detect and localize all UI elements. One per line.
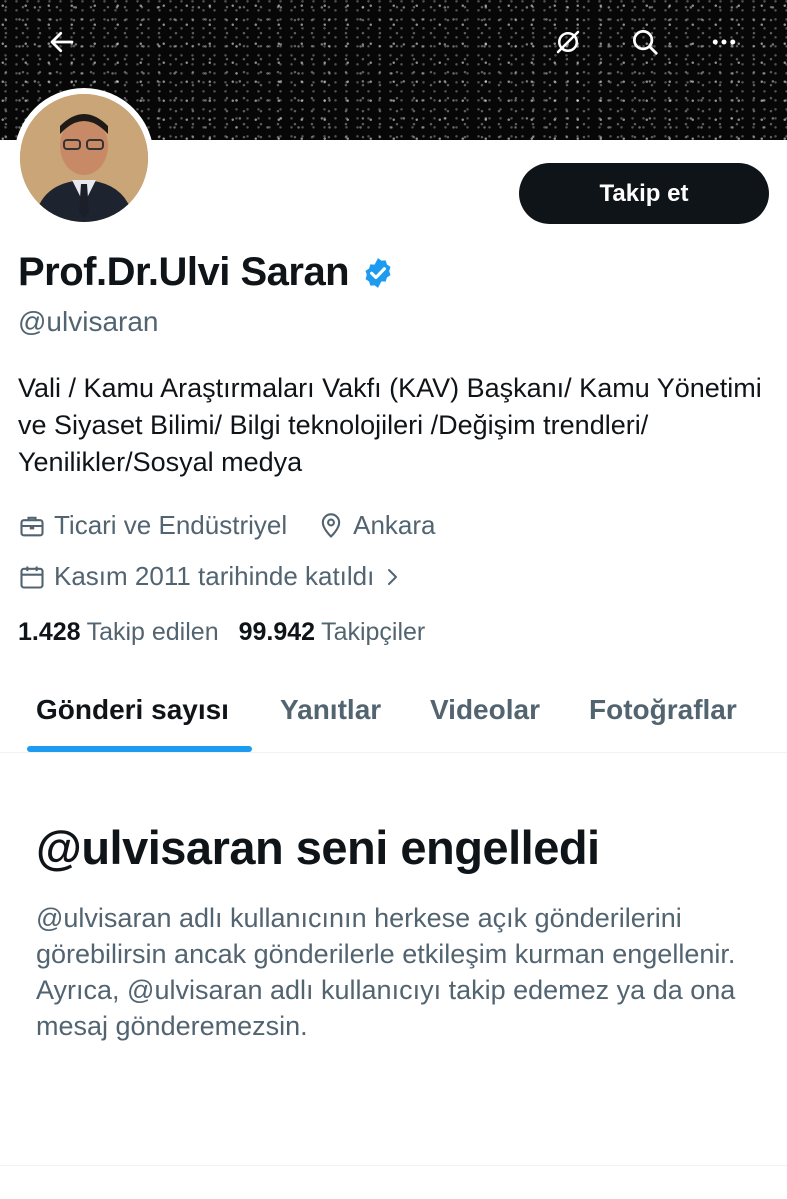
profile-stats: 1.428 Takip edilen 99.942 Takipçiler <box>18 618 425 647</box>
following-label: Takip edilen <box>86 618 219 646</box>
profile-bio: Vali / Kamu Araştırmaları Vakfı (KAV) Ba… <box>18 373 762 477</box>
arrow-left-icon <box>50 31 74 53</box>
profile-category: Ticari ve Endüstriyel <box>54 510 288 540</box>
follow-button[interactable]: Takip et <box>519 163 769 224</box>
tab-replies[interactable]: Yanıtlar <box>280 694 381 726</box>
more-button[interactable] <box>702 20 746 64</box>
following-link[interactable]: 1.428 Takip edilen <box>18 618 219 647</box>
eye-slash-icon <box>556 30 580 54</box>
location-pin-icon <box>321 512 341 538</box>
following-count: 1.428 <box>18 618 81 646</box>
blocked-title: @ulvisaran seni engelledi <box>36 821 600 874</box>
profile-name: Prof.Dr.Ulvi Saran <box>18 250 350 294</box>
tab-posts[interactable]: Gönderi sayısı <box>36 694 229 726</box>
profile-handle: @ulvisaran <box>18 306 159 337</box>
briefcase-icon <box>20 516 44 536</box>
avatar[interactable] <box>14 88 154 228</box>
search-button[interactable] <box>623 20 667 64</box>
verified-badge-icon[interactable] <box>361 256 395 290</box>
chevron-right-icon <box>388 568 398 585</box>
followers-label: Takipçiler <box>321 618 426 646</box>
followers-count: 99.942 <box>238 618 316 646</box>
active-tab-indicator <box>27 746 252 752</box>
avatar-photo <box>20 94 148 222</box>
profile-joined: Kasım 2011 tarihinde katıldı <box>54 561 375 591</box>
more-horizontal-icon <box>712 39 736 45</box>
tab-videos[interactable]: Videolar <box>430 694 540 726</box>
hide-button[interactable] <box>546 20 590 64</box>
profile-name-row: Prof.Dr.Ulvi Saran <box>18 250 395 295</box>
profile-meta-row: Ticari ve Endüstriyel Ankara <box>18 510 436 541</box>
back-button[interactable] <box>40 20 84 64</box>
tab-photos[interactable]: Fotoğraflar <box>589 694 737 726</box>
profile-location: Ankara <box>353 510 436 540</box>
calendar-icon <box>20 566 44 589</box>
profile-joined-row[interactable]: Kasım 2011 tarihinde katıldı <box>18 561 404 592</box>
blocked-message: @ulvisaran adlı kullanıcının herkese açı… <box>36 903 736 1041</box>
profile-tabs: Gönderi sayısı Yanıtlar Videolar Fotoğra… <box>0 686 787 753</box>
followers-link[interactable]: 99.942 Takipçiler <box>239 618 426 647</box>
divider <box>0 1165 787 1166</box>
search-icon <box>633 30 658 55</box>
